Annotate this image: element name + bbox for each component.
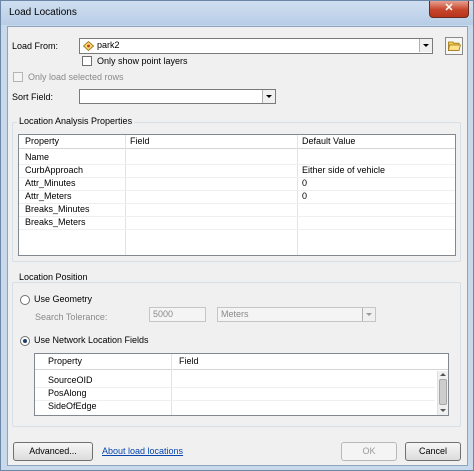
row-field[interactable]	[176, 387, 426, 400]
sort-field-label: Sort Field:	[12, 92, 54, 102]
row-default-value[interactable]: Either side of vehicle	[299, 164, 449, 177]
only-point-layers-label: Only show point layers	[97, 56, 188, 66]
advanced-button[interactable]: Advanced...	[13, 442, 93, 461]
use-geometry-radio[interactable]	[20, 295, 30, 305]
row-default-value[interactable]: 0	[299, 190, 449, 203]
load-from-label: Load From:	[12, 41, 59, 51]
column-header-property[interactable]: Property	[22, 135, 122, 148]
only-point-layers-checkbox[interactable]	[82, 56, 92, 66]
table-row[interactable]: Attr_Meters 0	[19, 190, 455, 203]
browse-button[interactable]	[445, 37, 463, 55]
row-property: Name	[25, 152, 50, 162]
table-row[interactable]: PosAlong	[35, 387, 435, 400]
chevron-down-icon[interactable]	[262, 90, 275, 103]
use-network-fields-label: Use Network Location Fields	[34, 335, 149, 345]
row-property: Attr_Minutes	[25, 178, 76, 188]
chevron-down-icon[interactable]	[419, 39, 432, 52]
row-property: CurbApproach	[25, 165, 84, 175]
scroll-thumb[interactable]	[439, 379, 447, 405]
scroll-up-icon[interactable]	[440, 373, 446, 376]
dialog-body: Load From: park2 Only show point layers …	[7, 26, 468, 466]
search-tolerance-input[interactable]: 5000	[149, 307, 206, 322]
table-header: Property Field Default Value	[19, 135, 455, 149]
row-property: SourceOID	[48, 375, 93, 385]
ok-button[interactable]: OK	[341, 442, 397, 461]
about-load-locations-link[interactable]: About load locations	[102, 446, 183, 456]
chevron-down-icon[interactable]	[362, 308, 375, 321]
column-header-default-value[interactable]: Default Value	[299, 135, 449, 148]
load-from-value: park2	[97, 40, 120, 50]
row-property: SideOfEdge	[48, 401, 97, 411]
window-title: Load Locations	[9, 7, 77, 18]
location-position-title: Location Position	[17, 272, 90, 282]
row-field[interactable]	[127, 164, 295, 177]
table-row[interactable]: CurbApproach Either side of vehicle	[19, 164, 455, 177]
row-default-value[interactable]	[299, 151, 449, 164]
row-field[interactable]	[176, 374, 426, 387]
table-header: Property Field	[35, 354, 448, 370]
search-tolerance-label: Search Tolerance:	[35, 312, 108, 322]
row-field[interactable]	[127, 151, 295, 164]
vertical-scrollbar[interactable]	[437, 371, 448, 415]
units-value: Meters	[221, 309, 249, 319]
row-property: Breaks_Meters	[25, 217, 86, 227]
row-default-value[interactable]	[299, 216, 449, 229]
row-field[interactable]	[127, 190, 295, 203]
table-row[interactable]: Breaks_Minutes	[19, 203, 455, 216]
use-network-fields-radio[interactable]	[20, 336, 30, 346]
row-field[interactable]	[176, 400, 426, 413]
load-locations-dialog: Load Locations ✕ Load From: park2 Only s…	[0, 0, 474, 471]
only-selected-rows-label: Only load selected rows	[28, 72, 124, 82]
units-combo[interactable]: Meters	[217, 307, 376, 322]
title-bar: Load Locations ✕	[1, 1, 473, 25]
table-row[interactable]: Attr_Minutes 0	[19, 177, 455, 190]
use-geometry-label: Use Geometry	[34, 294, 93, 304]
scroll-down-icon[interactable]	[440, 409, 446, 412]
row-property: Breaks_Minutes	[25, 204, 90, 214]
open-folder-icon	[448, 40, 462, 54]
row-field[interactable]	[127, 216, 295, 229]
table-row[interactable]: Breaks_Meters	[19, 216, 455, 229]
layer-icon	[82, 40, 95, 52]
column-header-field[interactable]: Field	[127, 135, 297, 148]
cancel-button[interactable]: Cancel	[405, 442, 461, 461]
table-row[interactable]: SourceOID	[35, 374, 435, 387]
location-analysis-title: Location Analysis Properties	[17, 116, 135, 126]
row-property: Attr_Meters	[25, 191, 72, 201]
close-button[interactable]: ✕	[429, 1, 469, 18]
load-from-combo[interactable]: park2	[79, 38, 433, 54]
row-default-value[interactable]: 0	[299, 177, 449, 190]
network-fields-table: Property Field SourceOID PosAlong SideOf…	[34, 353, 449, 416]
column-header-property[interactable]: Property	[45, 355, 165, 368]
row-default-value[interactable]	[299, 203, 449, 216]
column-header-field[interactable]: Field	[176, 355, 296, 368]
row-field[interactable]	[127, 203, 295, 216]
row-divider	[19, 229, 455, 230]
location-analysis-table: Property Field Default Value Name CurbAp…	[18, 134, 456, 256]
row-property: PosAlong	[48, 388, 87, 398]
row-field[interactable]	[127, 177, 295, 190]
table-row[interactable]: Name	[19, 151, 455, 164]
table-row[interactable]: SideOfEdge	[35, 400, 435, 413]
only-selected-rows-checkbox[interactable]	[13, 72, 23, 82]
sort-field-combo[interactable]	[79, 89, 276, 104]
